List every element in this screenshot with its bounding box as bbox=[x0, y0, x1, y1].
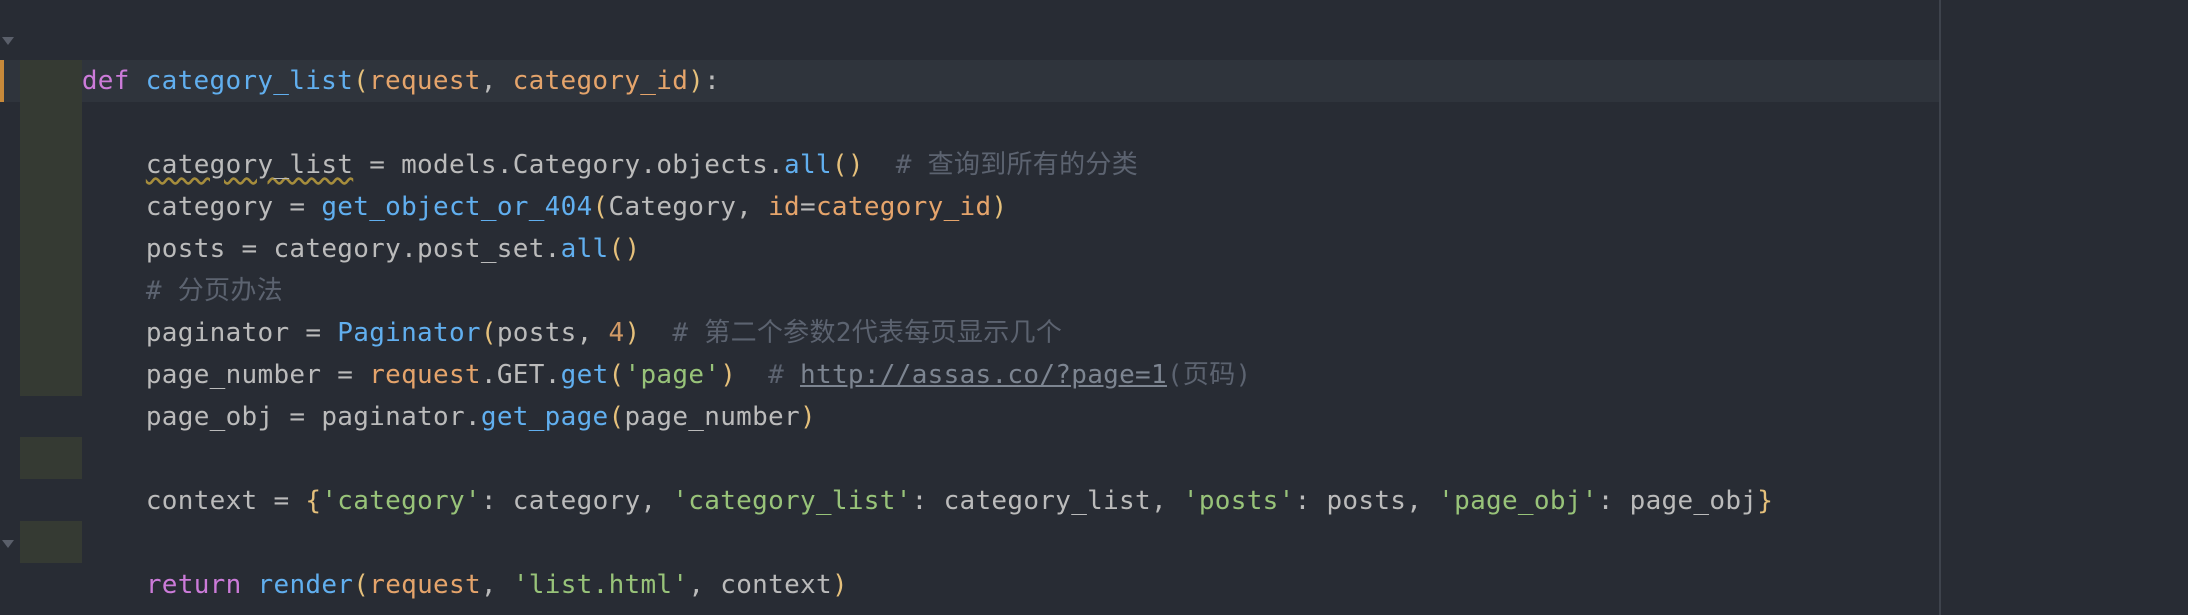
argument: page_number bbox=[624, 402, 800, 432]
code-text: context = bbox=[145, 486, 306, 516]
string-literal: 'page_obj' bbox=[1438, 486, 1598, 516]
separator: , bbox=[480, 66, 513, 96]
keyword: return bbox=[145, 570, 242, 600]
paren: ) bbox=[831, 570, 848, 600]
code-line-4[interactable]: category = get_object_or_404(Category, i… bbox=[18, 144, 1007, 222]
keyword: def bbox=[81, 66, 130, 96]
code-editor[interactable]: def category_list(request, category_id):… bbox=[0, 0, 2188, 615]
code-text: : page_obj bbox=[1597, 486, 1758, 516]
string-literal: 'category' bbox=[321, 486, 481, 516]
code-line-6[interactable]: # 分页办法 bbox=[18, 228, 283, 306]
change-marker bbox=[0, 60, 4, 102]
argument: category_id bbox=[815, 192, 992, 222]
paren: ( bbox=[353, 570, 370, 600]
brace: } bbox=[1757, 486, 1774, 516]
code-line-9[interactable]: page_obj = paginator.get_page(page_numbe… bbox=[18, 354, 816, 432]
method-call: all bbox=[560, 234, 609, 264]
parameter-ref: request bbox=[369, 570, 481, 600]
code-text: : posts, bbox=[1294, 486, 1439, 516]
paren: ) bbox=[688, 66, 705, 96]
comment-url-link[interactable]: http://assas.co/?page=1 bbox=[800, 360, 1167, 390]
code-text: page_obj = paginator. bbox=[145, 402, 481, 432]
parameter: request bbox=[369, 66, 481, 96]
paren: ( bbox=[353, 66, 370, 96]
string-literal: 'posts' bbox=[1182, 486, 1295, 516]
paren: () bbox=[608, 234, 641, 264]
fold-marker-icon[interactable] bbox=[2, 540, 14, 548]
code-line-13[interactable]: return render(request, 'list.html', cont… bbox=[18, 522, 848, 600]
code-line-5[interactable]: posts = category.post_set.all() bbox=[18, 186, 640, 264]
parameter: category_id bbox=[512, 66, 689, 96]
string-literal: 'list.html' bbox=[512, 570, 689, 600]
code-line-1[interactable]: def category_list(request, category_id): bbox=[18, 18, 720, 96]
brace: { bbox=[305, 486, 322, 516]
fold-marker-icon[interactable] bbox=[2, 37, 14, 45]
keyword-argument: id bbox=[768, 192, 800, 222]
code-text: : category, bbox=[480, 486, 673, 516]
code-text: , context bbox=[688, 570, 832, 600]
comment: (页码) bbox=[1166, 360, 1252, 390]
separator: , bbox=[480, 570, 513, 600]
string-literal: 'category_list' bbox=[672, 486, 912, 516]
function-call: render bbox=[257, 570, 354, 600]
code-line-11[interactable]: context = {'category': category, 'catego… bbox=[18, 438, 1773, 516]
method-call: get_page bbox=[480, 402, 609, 432]
code-text: : category_list, bbox=[911, 486, 1183, 516]
operator: = bbox=[799, 192, 816, 222]
paren: ( bbox=[608, 402, 625, 432]
code-line-8[interactable]: page_number = request.GET.get('page') # … bbox=[18, 312, 1251, 390]
paren: ) bbox=[799, 402, 816, 432]
paren: ) bbox=[991, 192, 1008, 222]
code-line-7[interactable]: paginator = Paginator(posts, 4) # 第二个参数2… bbox=[18, 270, 1062, 348]
function-name: category_list bbox=[145, 66, 354, 96]
right-margin-guide bbox=[1939, 0, 1941, 615]
code-line-3[interactable]: category_list = models.Category.objects.… bbox=[18, 102, 1138, 180]
colon: : bbox=[704, 66, 721, 96]
